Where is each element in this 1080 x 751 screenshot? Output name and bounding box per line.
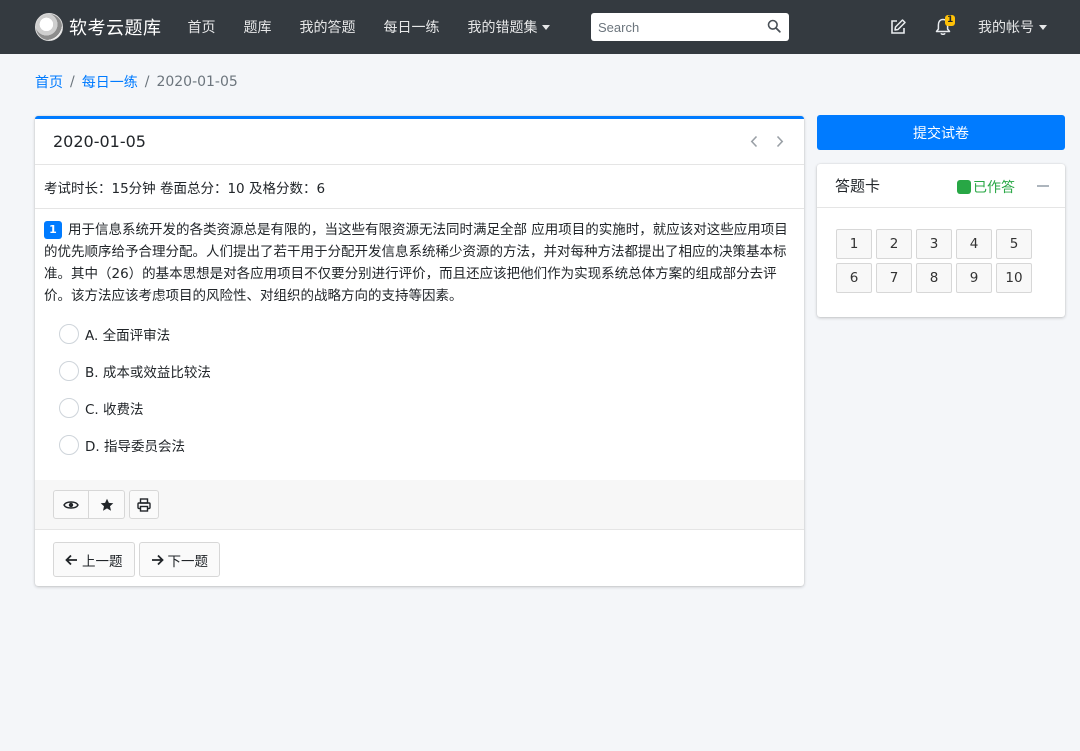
- nav-my-answers[interactable]: 我的答题: [286, 17, 370, 37]
- exam-card: 2020-01-05 考试时长：15分钟 卷面总分：10 及格分数：6 1 用于信…: [35, 116, 804, 586]
- option-label: B. 成本或效益比较法: [85, 364, 211, 381]
- nav-wrong-questions-label: 我的错题集: [467, 20, 538, 36]
- brand-logo-icon: [35, 13, 63, 41]
- question-jump-7[interactable]: 7: [876, 263, 912, 293]
- nav-daily-practice-label: 每日一练: [383, 20, 440, 36]
- next-exam-button[interactable]: [774, 132, 786, 150]
- exam-info: 考试时长：15分钟 卷面总分：10 及格分数：6: [35, 165, 804, 209]
- option-label: C. 收费法: [85, 401, 144, 418]
- radio-button[interactable]: [59, 360, 79, 381]
- chevron-left-icon: [750, 135, 758, 147]
- question-jump-3[interactable]: 3: [916, 229, 952, 259]
- answered-label: 已作答: [973, 180, 1015, 196]
- print-icon: [137, 497, 151, 512]
- main-nav: 首页 题库 我的答题 每日一练 我的错题集: [174, 17, 564, 37]
- option-label: A. 全面评审法: [85, 327, 171, 344]
- question-text: 用于信息系统开发的各类资源总是有限的，当这些有限资源无法同时满足全部 应用项目的…: [44, 222, 788, 304]
- question-tools: [53, 490, 159, 519]
- caret-down-icon: [541, 24, 550, 30]
- next-question-button[interactable]: 下一题: [138, 542, 220, 577]
- question-jump-9[interactable]: 9: [956, 263, 992, 293]
- breadcrumb-daily-practice[interactable]: 每日一练: [82, 72, 138, 92]
- question-number-badge: 1: [44, 221, 62, 239]
- question-navigation: 上一题 下一题: [53, 542, 220, 577]
- option-label: D. 指导委员会法: [85, 438, 185, 455]
- previous-question-label: 上一题: [82, 553, 123, 570]
- previous-exam-button[interactable]: [748, 132, 760, 150]
- next-question-label: 下一题: [167, 553, 209, 570]
- nav-question-bank[interactable]: 题库: [230, 17, 286, 37]
- exam-card-header: 2020-01-05: [35, 119, 804, 165]
- answered-legend: 已作答: [957, 177, 1015, 197]
- question-toolbar: [35, 480, 804, 530]
- breadcrumb: 首页 / 每日一练 / 2020-01-05: [35, 72, 238, 92]
- notification-count-badge: 1: [945, 15, 956, 26]
- top-navbar: 软考云题库 首页 题库 我的答题 每日一练 我的错题集 1 我的帐号: [0, 0, 1080, 54]
- breadcrumb-home[interactable]: 首页: [35, 72, 63, 92]
- nav-wrong-questions-dropdown[interactable]: 我的错题集: [454, 17, 564, 37]
- caret-down-icon: [1039, 24, 1047, 30]
- breadcrumb-separator: /: [70, 74, 75, 90]
- answer-card-title: 答题卡: [835, 177, 881, 195]
- answer-card-grid: 1 2 3 4 5 6 7 8 9 10: [836, 229, 1032, 293]
- previous-question-button[interactable]: 上一题: [53, 542, 135, 577]
- nav-question-bank-label: 题库: [243, 20, 272, 36]
- print-button[interactable]: [129, 490, 159, 519]
- option-b[interactable]: B. 成本或效益比较法: [59, 352, 795, 389]
- eye-icon: [63, 500, 79, 509]
- account-label: 我的帐号: [978, 20, 1034, 36]
- exam-pager: [748, 132, 786, 150]
- show-answer-button[interactable]: [53, 490, 89, 519]
- breadcrumb-separator: /: [144, 74, 150, 90]
- option-a[interactable]: A. 全面评审法: [59, 315, 795, 352]
- breadcrumb-current: 2020-01-05: [156, 74, 238, 90]
- option-d[interactable]: D. 指导委员会法: [59, 426, 795, 463]
- nav-daily-practice[interactable]: 每日一练: [370, 17, 454, 37]
- question: 1 用于信息系统开发的各类资源总是有限的，当这些有限资源无法同时满足全部 应用项目…: [35, 209, 804, 463]
- radio-button[interactable]: [59, 323, 79, 344]
- account-dropdown[interactable]: 我的帐号: [978, 0, 1047, 54]
- question-jump-2[interactable]: 2: [876, 229, 912, 259]
- brand-name: 软考云题库: [69, 18, 162, 39]
- nav-home[interactable]: 首页: [174, 17, 230, 37]
- question-text-block: 1 用于信息系统开发的各类资源总是有限的，当这些有限资源无法同时满足全部 应用项目…: [44, 219, 795, 307]
- search-input[interactable]: [598, 14, 758, 40]
- submit-exam-button[interactable]: 提交试卷: [817, 115, 1065, 150]
- question-jump-5[interactable]: 5: [996, 229, 1032, 259]
- favorite-button[interactable]: [89, 490, 125, 519]
- answered-indicator: [957, 180, 971, 194]
- radio-button[interactable]: [59, 397, 79, 418]
- exam-title: 2020-01-05: [53, 132, 146, 151]
- question-jump-1[interactable]: 1: [836, 229, 872, 259]
- brand[interactable]: 软考云题库: [35, 13, 162, 41]
- question-jump-8[interactable]: 8: [916, 263, 952, 293]
- nav-my-answers-label: 我的答题: [299, 20, 356, 36]
- minus-icon[interactable]: [1037, 185, 1049, 187]
- question-jump-6[interactable]: 6: [836, 263, 872, 293]
- chevron-right-icon: [776, 135, 784, 147]
- arrow-right-icon: [151, 554, 164, 565]
- search-icon[interactable]: [767, 19, 781, 33]
- nav-home-label: 首页: [187, 20, 216, 36]
- exam-info-text: 考试时长：15分钟 卷面总分：10 及格分数：6: [44, 180, 326, 197]
- answer-card: 答题卡 已作答 1 2 3 4 5 6 7 8 9 10: [817, 164, 1065, 317]
- question-jump-10[interactable]: 10: [996, 263, 1032, 293]
- arrow-left-icon: [65, 554, 77, 565]
- answer-options: A. 全面评审法 B. 成本或效益比较法 C. 收费法 D. 指导委员会法: [44, 315, 795, 463]
- star-icon: [100, 498, 113, 511]
- radio-button[interactable]: [59, 434, 79, 455]
- edit-icon[interactable]: [889, 18, 907, 36]
- search-box: [591, 13, 789, 41]
- option-c[interactable]: C. 收费法: [59, 389, 795, 426]
- answer-card-header: 答题卡 已作答: [817, 164, 1065, 208]
- question-jump-4[interactable]: 4: [956, 229, 992, 259]
- notifications-button[interactable]: 1: [935, 15, 961, 38]
